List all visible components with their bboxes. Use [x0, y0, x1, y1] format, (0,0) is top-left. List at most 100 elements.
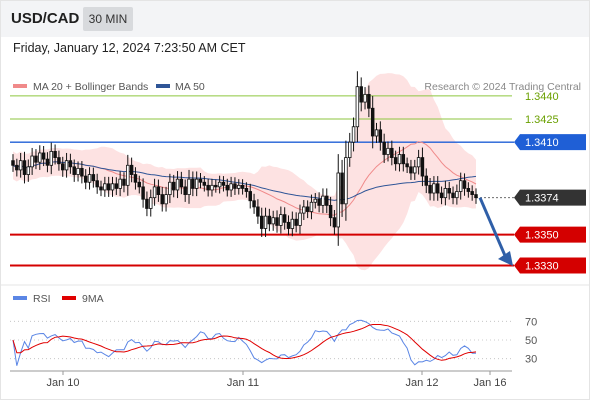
candle-body: [145, 198, 149, 209]
candle-body: [137, 181, 142, 188]
rsi-tick-label: 50: [525, 335, 537, 347]
candle-body: [49, 151, 54, 166]
time-axis-label: Jan 12: [405, 377, 438, 389]
price-chart: MA 20 + Bollinger Bands MA 50 Research © 2…: [0, 0, 590, 400]
candle-body: [45, 158, 50, 166]
candle-body: [38, 152, 42, 163]
candle-body: [229, 183, 233, 191]
candle-body: [424, 175, 428, 186]
candle-body: [99, 186, 103, 191]
candle-body: [95, 180, 99, 188]
ma20-legend-swatch: [13, 84, 27, 88]
candle-body: [317, 198, 321, 206]
forecast-arrow-shaft: [478, 197, 508, 259]
candle-body: [106, 183, 111, 191]
candle-body: [279, 214, 283, 226]
candle-body: [359, 86, 363, 103]
level-label: 1.3425: [525, 114, 559, 126]
level-1-3425: 1.3425: [10, 114, 559, 126]
candle-body: [282, 214, 287, 223]
candle-body: [244, 188, 249, 192]
rsi-legend-swatch: [13, 296, 27, 300]
candle-body: [194, 178, 199, 189]
candle-body: [72, 166, 76, 175]
time-axis-label: Jan 16: [473, 377, 506, 389]
candle-body: [164, 194, 168, 205]
candle-body: [332, 217, 337, 228]
candle-body: [382, 141, 386, 155]
candle-body: [110, 183, 115, 191]
candle-body: [302, 206, 306, 214]
candle-body: [183, 186, 187, 195]
candle-body: [474, 194, 478, 199]
candle-body: [233, 183, 237, 189]
candle-body: [252, 200, 256, 208]
candle-body: [18, 160, 23, 171]
candle-body: [355, 86, 360, 128]
candle-body: [432, 183, 436, 194]
candle-body: [420, 157, 425, 177]
candle-body: [118, 178, 122, 189]
candle-body: [149, 197, 153, 209]
candle-body: [168, 181, 172, 195]
candle-body: [171, 181, 176, 191]
candle-body: [61, 163, 65, 171]
candle-body: [401, 154, 406, 165]
candle-body: [386, 147, 390, 155]
rsi-ma-legend-label: 9MA: [82, 293, 104, 305]
candle-body: [217, 181, 222, 188]
candle-body: [340, 172, 344, 205]
candle-body: [351, 126, 356, 143]
candle-body: [187, 178, 191, 195]
candle-body: [458, 180, 463, 192]
candle-body: [263, 215, 268, 229]
candle-body: [225, 184, 230, 191]
candle-body: [179, 178, 184, 188]
candle-body: [275, 217, 279, 226]
candle-body: [363, 93, 367, 103]
candle-body: [413, 166, 417, 174]
candle-body: [206, 184, 210, 191]
time-axis-label: Jan 10: [46, 377, 79, 389]
time-axis-label: Jan 11: [227, 377, 259, 389]
candle-body: [344, 157, 348, 205]
level-label: 1.3330: [525, 261, 559, 273]
candle-body: [367, 93, 371, 109]
candle-body: [80, 167, 84, 177]
candle-body: [76, 167, 80, 175]
candle-body: [210, 184, 214, 191]
candle-body: [305, 206, 310, 212]
candle-body: [198, 178, 203, 183]
candle-body: [286, 221, 291, 229]
candle-body: [416, 157, 421, 168]
ma50-legend-label: MA 50: [175, 81, 205, 93]
candle-body: [336, 172, 340, 228]
level-1-3374: 1.3374: [476, 189, 586, 206]
candle-body: [240, 184, 245, 189]
candle-body: [378, 129, 383, 143]
candle-body: [455, 191, 459, 199]
level-label: 1.3410: [525, 137, 559, 149]
candle-body: [321, 195, 325, 206]
candle-body: [83, 175, 88, 183]
candle-body: [298, 212, 302, 226]
candle-body: [347, 141, 352, 158]
candle-body: [294, 218, 298, 226]
candle-body: [435, 183, 440, 194]
candle-body: [397, 154, 402, 165]
candle-body: [221, 181, 226, 186]
price-legend: MA 20 + Bollinger Bands MA 50: [13, 81, 205, 93]
candle-body: [126, 164, 130, 186]
candle-body: [175, 178, 180, 191]
candle-body: [30, 155, 34, 168]
candle-body: [133, 174, 138, 183]
candle-body: [271, 217, 275, 225]
rsi-tick-label: 70: [525, 316, 537, 328]
candle-body: [34, 155, 38, 163]
candle-body: [462, 180, 467, 189]
candle-body: [466, 188, 471, 192]
candle-body: [237, 184, 241, 189]
level-label: 1.3350: [525, 230, 559, 242]
candle-body: [68, 160, 73, 168]
candle-body: [370, 107, 375, 137]
